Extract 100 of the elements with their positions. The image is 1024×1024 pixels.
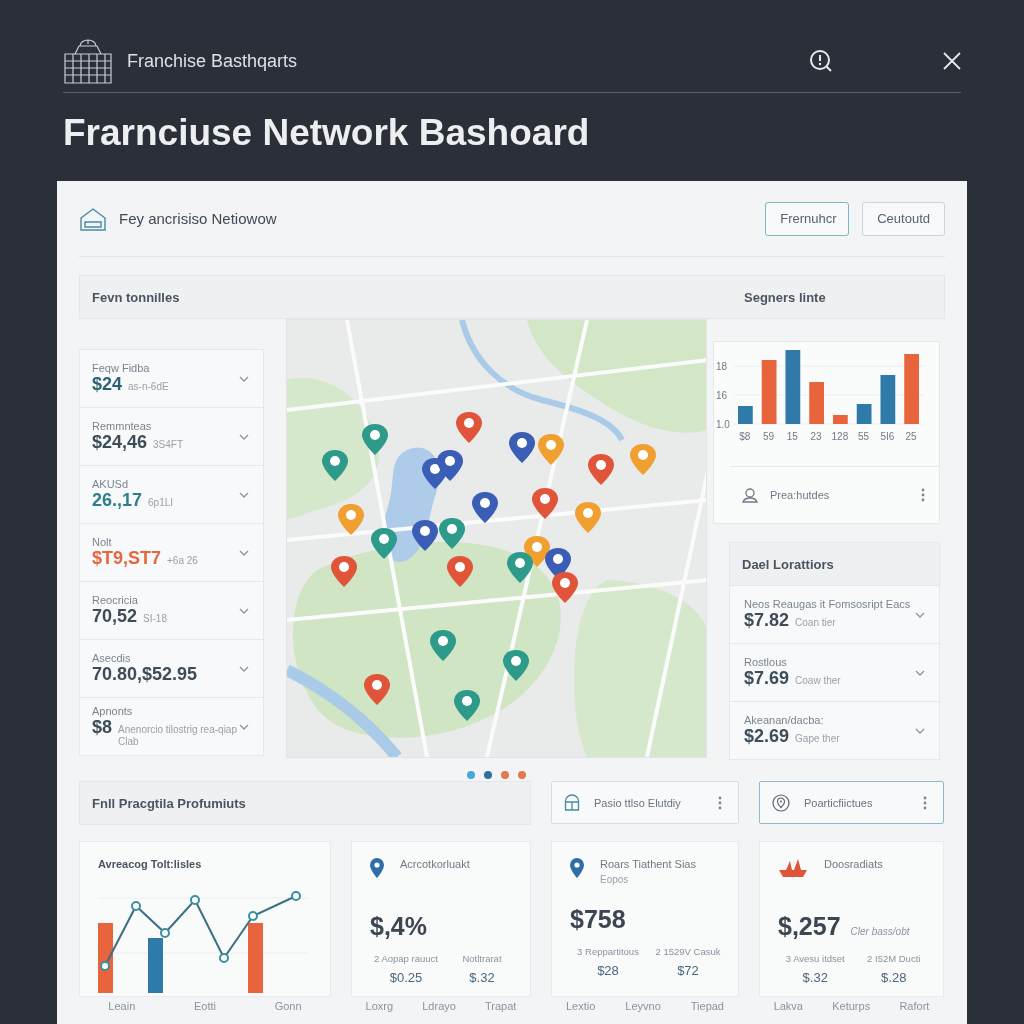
- location-row[interactable]: Akeanan/dacba: $2.69 Gape ther: [730, 701, 939, 759]
- metric-note: SI-18: [143, 613, 167, 625]
- stat-value: $758: [570, 905, 626, 934]
- axis-tick-label: 5I6: [880, 431, 895, 442]
- card-title: Roars Tiathent Sias: [600, 858, 696, 870]
- pager-dot[interactable]: [484, 771, 492, 779]
- data-point: [219, 953, 229, 963]
- chevron-down-icon[interactable]: [239, 723, 249, 730]
- metric-label: Feqw Fidba: [92, 362, 151, 374]
- axis-tick-label: 18: [716, 361, 728, 372]
- chart-bar: [856, 404, 872, 424]
- chart-bar: [904, 354, 919, 424]
- chevron-down-icon[interactable]: [239, 549, 249, 556]
- chevron-down-icon[interactable]: [915, 727, 925, 734]
- metric-value: $8: [92, 717, 113, 738]
- card-footer-label: Eotti: [193, 1000, 216, 1013]
- card-title: Dael Lorattiors: [730, 543, 939, 585]
- location-value: $2.69: [744, 726, 790, 747]
- metric-label: Nolt: [92, 536, 113, 548]
- stat-value: $,257: [778, 912, 841, 941]
- metric-row[interactable]: Remmnteas $24,46 3S4FT: [80, 407, 263, 465]
- metric-value: 26.,17: [92, 490, 143, 511]
- metric-row[interactable]: Reocricia 70,52 SI-18: [80, 581, 263, 639]
- stat-amount: $.32: [468, 970, 496, 985]
- location-pin-icon: [570, 858, 584, 878]
- more-icon[interactable]: [923, 795, 927, 810]
- more-icon[interactable]: [718, 795, 722, 810]
- location-value: $7.69: [744, 668, 790, 689]
- location-value: $7.82: [744, 610, 790, 631]
- more-icon[interactable]: [921, 488, 925, 502]
- location-row[interactable]: Rostlous $7.69 Coaw ther: [730, 643, 939, 701]
- location-row[interactable]: Neos Reaugas it Fomsosript Eacs $7.82 Coan tier: [730, 585, 939, 643]
- pager-dot[interactable]: [501, 771, 509, 779]
- location-note: Gape ther: [795, 733, 840, 745]
- metric-row[interactable]: AKUSd 26.,17 6p1LI: [80, 465, 263, 523]
- metric-note: Anenorcio tilostrig rea-qiap Clab: [118, 724, 238, 748]
- chevron-down-icon[interactable]: [239, 665, 249, 672]
- metric-note: 3S4FT: [153, 439, 184, 451]
- close-icon[interactable]: [943, 52, 961, 70]
- stat-label: 3 Reppartitous: [576, 946, 640, 957]
- axis-tick-label: 59: [763, 431, 775, 442]
- card-footer-label: Gonn: [274, 1000, 302, 1013]
- header-button[interactable]: Ceutoutd: [862, 201, 945, 236]
- action-button[interactable]: Pasio ttlso Elutdiy: [551, 781, 739, 824]
- panel-title: Fey ancrisiso Netiowow: [119, 210, 278, 227]
- house-icon: [79, 206, 107, 231]
- card-title: Acrcotkorluakt: [400, 858, 470, 870]
- chevron-down-icon[interactable]: [239, 433, 249, 440]
- metric-note: as-n-6dE: [128, 381, 169, 393]
- data-point: [160, 928, 170, 938]
- stat-label: 2 1529V Casuk: [654, 946, 722, 957]
- metric-row[interactable]: Asecdis 70.80,$52.95: [80, 639, 263, 697]
- stat-amount: $.28: [880, 970, 908, 985]
- card-footer-label: Trapat: [485, 1000, 517, 1013]
- chevron-down-icon[interactable]: [239, 491, 249, 498]
- stat-amount: $.32: [801, 970, 829, 985]
- stat-label: 2 Aopap rauuct: [373, 953, 439, 964]
- header-button[interactable]: Frernuhcr: [765, 201, 850, 236]
- location-note: Coaw ther: [795, 675, 841, 687]
- metric-label: Asecdis: [92, 652, 132, 664]
- metric-value: $24: [92, 374, 123, 395]
- action-button[interactable]: Poarticfiictues: [759, 781, 944, 824]
- chevron-down-icon[interactable]: [239, 375, 249, 382]
- data-point: [100, 961, 110, 971]
- chart-bar: [761, 360, 777, 424]
- card-title: Doosradiats: [824, 858, 883, 870]
- axis-tick-label: 55: [858, 431, 870, 442]
- section-title: Fnll Pracgtila Profumiuts: [79, 781, 531, 825]
- metric-note: 6p1LI: [148, 497, 174, 509]
- chart-bar: [148, 938, 163, 993]
- card-subtitle: Eopos: [600, 874, 630, 885]
- metric-label: Apnonts: [92, 705, 134, 717]
- stat-label: 3 Avesu itdset: [784, 953, 846, 964]
- chart-bar: [98, 923, 113, 993]
- metric-row[interactable]: Nolt $T9,ST7 +6a 26: [80, 523, 263, 581]
- page-title: Frarnciuse Network Bashoard: [63, 111, 591, 155]
- metric-row[interactable]: Apnonts $8 Anenorcio tilostrig rea-qiap Clab: [80, 697, 263, 755]
- axis-tick-label: 1.0: [716, 419, 730, 430]
- card-footer-label: Lextio: [566, 1000, 596, 1013]
- building-logo-icon: [63, 38, 113, 84]
- location-label: Rostlous: [744, 656, 788, 668]
- metric-row[interactable]: Feqw Fidba $24 as-n-6dE: [80, 350, 263, 407]
- chevron-down-icon[interactable]: [239, 607, 249, 614]
- pager-dot[interactable]: [518, 771, 526, 779]
- location-pin-icon: [370, 858, 384, 878]
- chart-bar: [738, 406, 753, 424]
- card-footer-label: Tiepad: [690, 1000, 724, 1013]
- chart-bar: [248, 923, 263, 993]
- pager-dot[interactable]: [467, 771, 475, 779]
- metric-label: Reocricia: [92, 594, 139, 606]
- data-point: [131, 901, 141, 911]
- search-icon[interactable]: [809, 49, 833, 73]
- chevron-down-icon[interactable]: [915, 611, 925, 618]
- chevron-down-icon[interactable]: [915, 669, 925, 676]
- location-icon: [772, 793, 790, 812]
- cabinet-icon: [564, 794, 580, 811]
- axis-tick-label: $8: [739, 431, 751, 442]
- card-footer-label: Leyvno: [625, 1000, 661, 1013]
- card-title: Avreacog Tolt:lisles: [98, 858, 203, 870]
- profile-label: Prea:hutdes: [770, 489, 831, 501]
